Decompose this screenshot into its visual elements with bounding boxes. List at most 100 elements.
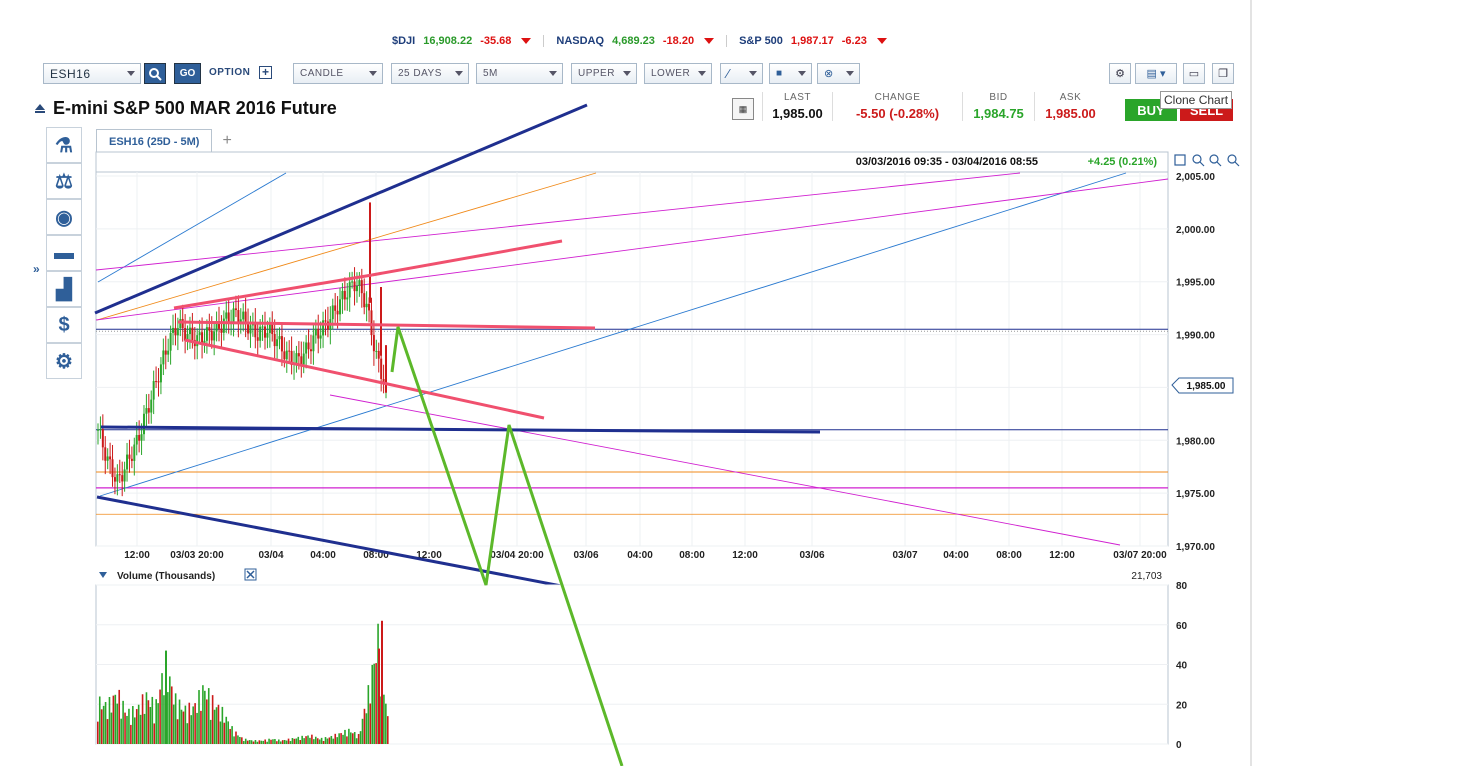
- zoom-out-icon[interactable]: [1209, 154, 1219, 164]
- candle-body: [363, 293, 366, 308]
- volume-bar: [145, 692, 148, 744]
- volume-bar: [114, 694, 117, 744]
- price-tick-label: 1,990.00: [1176, 331, 1215, 342]
- candle-body: [346, 297, 349, 300]
- volume-bar: [309, 737, 311, 744]
- volume-bar: [116, 703, 119, 744]
- candle-body: [334, 305, 337, 311]
- candle-body: [353, 281, 356, 292]
- candle-body: [375, 350, 378, 352]
- volume-bar: [326, 738, 329, 744]
- time-axis: 12:00 03/03 20:00 03/04 04:00 08:00 12:00 03/0…: [124, 550, 1167, 561]
- volume-bar: [157, 703, 159, 744]
- volume-bar: [272, 739, 274, 744]
- range-change: +4.25 (0.21%): [1088, 156, 1158, 168]
- volume-bar: [334, 733, 337, 744]
- candle-body: [343, 290, 346, 300]
- candle-body: [278, 336, 281, 340]
- volume-bar: [139, 714, 142, 744]
- candle-body: [162, 350, 165, 365]
- candle-body: [319, 335, 322, 339]
- candle-body: [365, 303, 368, 308]
- candle-body: [142, 413, 145, 435]
- volume-bar: [324, 737, 327, 744]
- candle-body: [101, 429, 104, 448]
- volume-bar: [260, 740, 263, 744]
- candle-body: [155, 381, 158, 383]
- candle-body: [358, 280, 361, 286]
- zoom-controls[interactable]: [1174, 154, 1240, 167]
- price-chart[interactable]: +4.25 (0.21%) 03/03/2016 09:35 - 03/04/2…: [0, 0, 1250, 766]
- volume-bar: [209, 719, 212, 744]
- volume-bar: [244, 738, 247, 744]
- volume-bar: [97, 721, 99, 744]
- volume-bar: [387, 716, 389, 744]
- candle-body: [237, 310, 240, 323]
- range-text: 03/03/2016 09:35 - 03/04/2016 08:55: [856, 156, 1038, 168]
- candle-body: [370, 310, 373, 336]
- volume-bar: [340, 733, 342, 744]
- volume-bar: [307, 735, 309, 744]
- time-tick-label: 03/04 20:00: [490, 550, 544, 561]
- volume-bar: [344, 729, 346, 744]
- price-tick-label: 1,995.00: [1176, 278, 1215, 289]
- candle-body: [213, 331, 216, 341]
- time-tick-label: 04:00: [943, 550, 969, 561]
- candle-body: [130, 458, 133, 461]
- candle-body: [360, 280, 363, 294]
- volume-bar: [155, 699, 157, 744]
- volume-bar: [130, 724, 132, 744]
- volume-bar: [108, 697, 111, 744]
- candle-body: [302, 353, 305, 365]
- volume-bar: [385, 703, 387, 744]
- volume-bar: [357, 734, 360, 744]
- volume-bar: [295, 738, 298, 744]
- volume-bar: [106, 719, 109, 744]
- volume-bar: [285, 740, 288, 744]
- volume-bar: [367, 685, 370, 744]
- volume-bar: [172, 704, 175, 744]
- volume-bar: [291, 738, 294, 744]
- volume-bar: [182, 711, 185, 744]
- candle-body: [314, 328, 317, 336]
- candle-body: [336, 310, 339, 315]
- candle-body: [331, 305, 334, 320]
- volume-bar: [336, 737, 338, 744]
- volume-bar: [159, 689, 161, 744]
- candle-body: [104, 447, 107, 461]
- volume-bar: [268, 738, 270, 744]
- volume-bar: [221, 706, 224, 744]
- volume-bar: [124, 712, 126, 744]
- volume-bar: [231, 726, 233, 744]
- volume-bar: [133, 717, 136, 744]
- volume-bar: [163, 695, 165, 744]
- volume-bar: [258, 740, 261, 744]
- volume-bar: [233, 736, 235, 744]
- volume-bar: [351, 733, 354, 744]
- volume-bar: [143, 713, 146, 744]
- fit-icon[interactable]: [1174, 154, 1186, 166]
- candle-body: [208, 327, 211, 331]
- candle-body: [285, 350, 288, 360]
- zoom-in-icon[interactable]: [1192, 154, 1202, 164]
- volume-close-icon[interactable]: [244, 568, 257, 581]
- candle-body: [140, 434, 143, 441]
- zoom-reset-icon[interactable]: [1227, 154, 1237, 164]
- volume-bar: [151, 696, 154, 744]
- candle-body: [128, 454, 131, 459]
- volume-bar: [355, 738, 358, 744]
- candle-body: [133, 444, 136, 461]
- volume-bar: [180, 709, 183, 744]
- current-price-marker: 1,985.00: [1171, 377, 1234, 394]
- candle-body: [305, 342, 308, 354]
- volume-bar: [332, 738, 335, 744]
- time-tick-label: 03/07: [892, 550, 917, 561]
- volume-collapse-icon[interactable]: [99, 572, 107, 578]
- volume-bar: [252, 741, 255, 744]
- candle-body: [222, 318, 225, 333]
- volume-bar: [225, 716, 228, 744]
- volume-bar: [314, 736, 317, 744]
- volume-bar: [149, 706, 152, 744]
- volume-bar: [141, 694, 144, 744]
- volume-bar: [239, 736, 241, 744]
